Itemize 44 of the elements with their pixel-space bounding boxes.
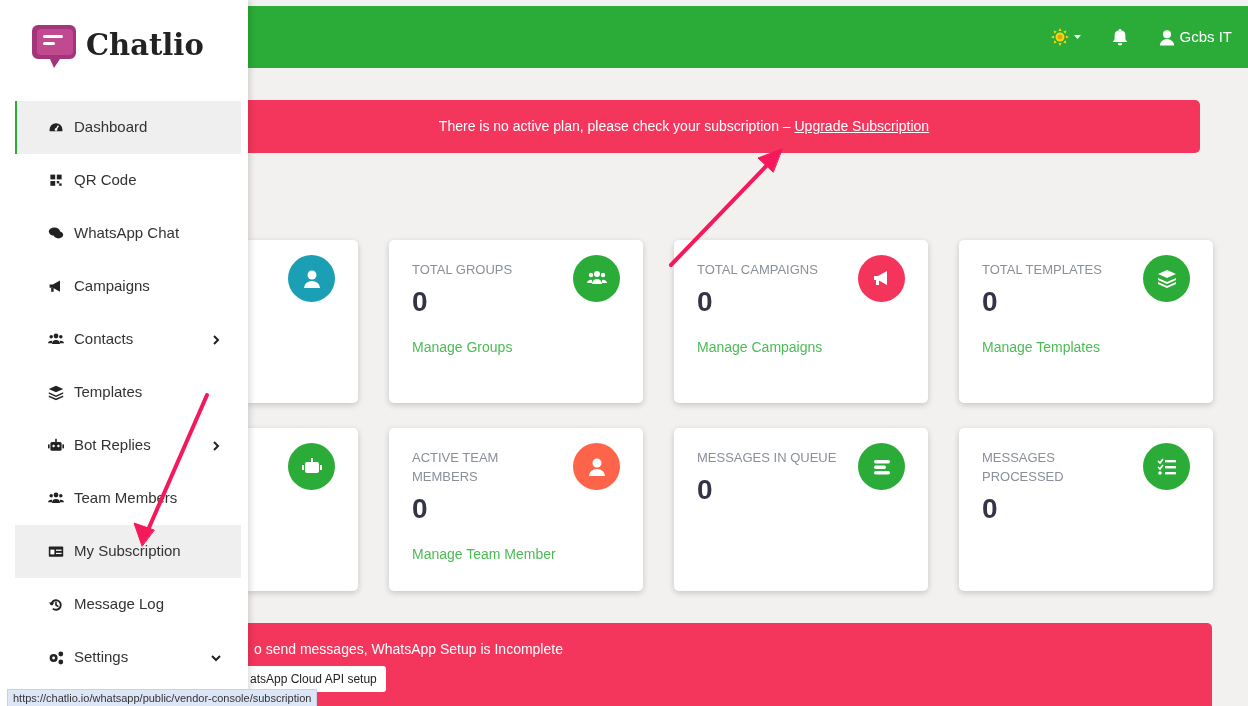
card-title: MESSAGES PROCESSED bbox=[982, 449, 1065, 486]
sidebar-item[interactable]: Message Log bbox=[15, 578, 241, 631]
sidebar-item[interactable]: Settings bbox=[15, 631, 241, 684]
sidebar-item[interactable]: Dashboard bbox=[15, 101, 241, 154]
qr-code-icon bbox=[47, 172, 65, 189]
stat-value: 0 bbox=[697, 473, 714, 507]
theme-toggle-icon[interactable] bbox=[1051, 28, 1082, 46]
sidebar-item[interactable]: WhatsApp Chat bbox=[15, 207, 241, 260]
id-card-icon bbox=[47, 543, 65, 560]
stat-value: 0 bbox=[412, 492, 429, 526]
sidebar-item[interactable]: QR Code bbox=[15, 154, 241, 207]
chevron-icon bbox=[211, 334, 221, 345]
bell-icon[interactable] bbox=[1111, 28, 1130, 46]
card-title: TOTAL CAMPAIGNS bbox=[697, 261, 819, 279]
layers-icon bbox=[47, 384, 65, 401]
sidebar-item[interactable]: Contacts bbox=[15, 313, 241, 366]
upgrade-link[interactable]: Upgrade Subscription bbox=[794, 118, 930, 134]
sidebar-item[interactable]: Bot Replies bbox=[15, 419, 241, 472]
stat-value: 0 bbox=[982, 285, 999, 319]
checklist-icon bbox=[1156, 456, 1177, 477]
user-icon bbox=[586, 456, 607, 477]
sidebar-item[interactable]: My Subscription bbox=[15, 525, 241, 578]
sidebar-item[interactable]: Campaigns bbox=[15, 260, 241, 313]
setup-button[interactable]: atsApp Cloud API setup bbox=[248, 666, 386, 692]
alert-message: There is no active plan, please check your subscription – Upgrade Subscription bbox=[438, 117, 930, 136]
user-icon bbox=[1159, 28, 1176, 46]
robot-icon bbox=[47, 437, 65, 454]
gears-icon bbox=[47, 649, 65, 666]
card-title: MESSAGES IN QUEUE bbox=[697, 449, 838, 467]
stat-value: 0 bbox=[982, 492, 999, 526]
stat-value: 0 bbox=[697, 285, 714, 319]
sidebar-item[interactable]: Templates bbox=[15, 366, 241, 419]
brand-name: Chatlio bbox=[86, 27, 204, 65]
chevron-icon bbox=[211, 652, 221, 663]
setup-message: o send messages, WhatsApp Setup is Incomplete bbox=[253, 640, 564, 659]
card-title: TOTAL GROUPS bbox=[412, 261, 514, 279]
user-icon bbox=[301, 268, 322, 289]
stat-value: 0 bbox=[412, 285, 429, 319]
card-title: ACTIVE TEAM MEMBERS bbox=[412, 449, 500, 486]
chevron-icon bbox=[211, 440, 221, 451]
url-tooltip: https://chatlio.io/whatsapp/public/vendor-console/subscription bbox=[7, 689, 318, 706]
card-title: TOTAL TEMPLATES bbox=[982, 261, 1103, 279]
history-icon bbox=[47, 596, 65, 613]
layers-icon bbox=[1156, 268, 1177, 289]
